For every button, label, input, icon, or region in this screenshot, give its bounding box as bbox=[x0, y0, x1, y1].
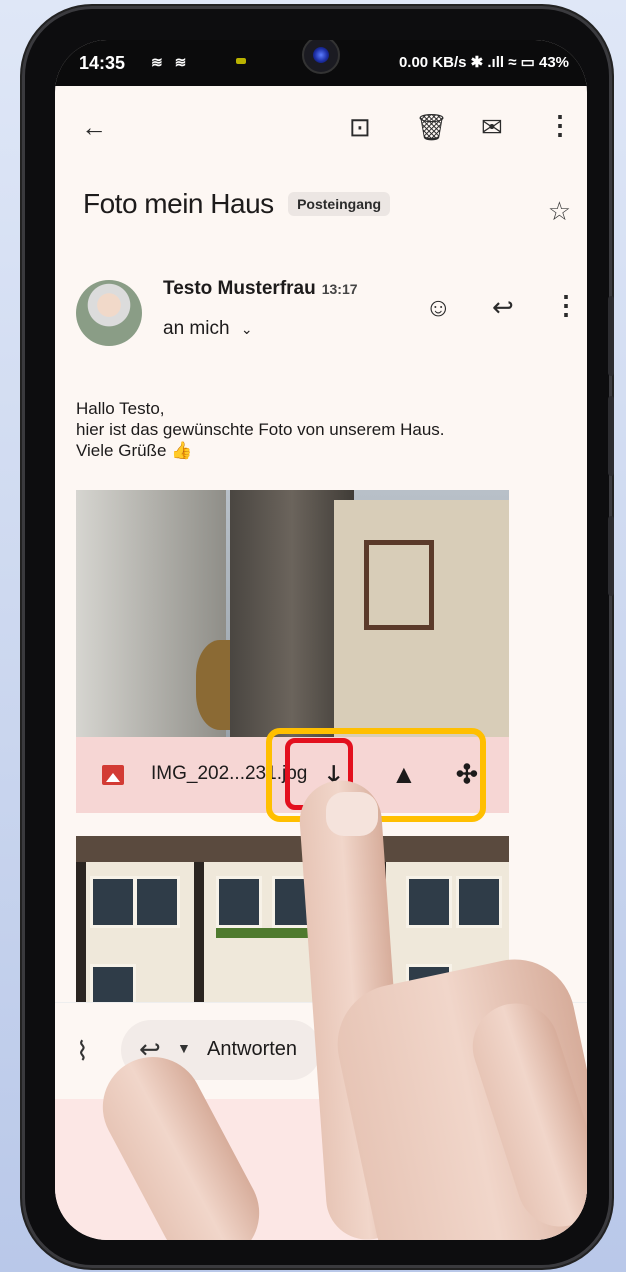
more-vert-icon[interactable]: ⋮ bbox=[547, 112, 573, 138]
photo-window bbox=[90, 876, 136, 928]
dropdown-caret-icon[interactable]: ▼ bbox=[177, 1040, 191, 1056]
status-bar: 14:35 ≋ ≋ 0.00 KB/s ✱ .ıll ≈ ▭ 43% bbox=[55, 40, 587, 86]
photo-window bbox=[134, 876, 180, 928]
speaker bbox=[236, 58, 246, 64]
image-file-icon bbox=[102, 765, 124, 785]
trash-icon[interactable]: 🗑 bbox=[415, 114, 448, 140]
notification-icons: ≋ ≋ bbox=[151, 54, 191, 70]
emoji-reaction-icon[interactable]: ☺ bbox=[425, 294, 452, 320]
body-line: Hallo Testo, bbox=[76, 399, 165, 418]
recipient-dropdown[interactable]: an mich ⌄ bbox=[163, 318, 253, 340]
email-subject: Foto mein Haus bbox=[83, 188, 274, 219]
photo-window bbox=[406, 876, 452, 928]
sender-name: Testo Musterfrau bbox=[163, 278, 316, 299]
photo-planter bbox=[216, 928, 312, 938]
body-line: hier ist das gewünschte Foto von unserem… bbox=[76, 420, 445, 439]
label-chip[interactable]: Posteingang bbox=[288, 192, 391, 216]
sender-row: Testo Musterfrau 13:17 bbox=[163, 278, 358, 300]
photo-window bbox=[90, 964, 136, 1004]
screen: 14:35 ≋ ≋ 0.00 KB/s ✱ .ıll ≈ ▭ 43% ← ⊡ 🗑… bbox=[55, 40, 587, 1240]
chevron-down-icon: ⌄ bbox=[240, 321, 253, 337]
attach-clip-icon[interactable]: ⌇ bbox=[76, 1036, 89, 1067]
mail-unread-icon[interactable]: ✉ bbox=[481, 114, 503, 140]
power-button bbox=[608, 516, 614, 596]
recipient-label: an mich bbox=[163, 318, 230, 339]
reply-icon[interactable]: ↩ bbox=[492, 294, 514, 320]
email-time: 13:17 bbox=[321, 281, 358, 297]
arrow-left-icon[interactable]: ← bbox=[81, 114, 107, 140]
photo-window bbox=[456, 876, 502, 928]
more-vert-icon[interactable]: ⋮ bbox=[553, 292, 579, 318]
status-indicators: 0.00 KB/s ✱ .ıll ≈ ▭ 43% bbox=[398, 54, 569, 71]
photo-house bbox=[334, 500, 509, 737]
attachment-image-preview[interactable] bbox=[76, 490, 509, 737]
archive-icon[interactable]: ⊡ bbox=[349, 114, 371, 140]
volume-down-button bbox=[608, 396, 614, 476]
fingernail bbox=[326, 792, 378, 836]
photo-roof bbox=[76, 836, 509, 862]
front-camera bbox=[302, 40, 340, 74]
photo-window bbox=[216, 876, 262, 928]
body-line: Viele Grüße 👍 bbox=[76, 441, 193, 460]
volume-up-button bbox=[608, 296, 614, 376]
reply-label: Antworten bbox=[207, 1038, 298, 1060]
avatar[interactable] bbox=[76, 280, 142, 346]
email-body: Hallo Testo, hier ist das gewünschte Fot… bbox=[76, 398, 556, 461]
status-time: 14:35 bbox=[79, 53, 126, 73]
subject-row: Foto mein Haus Posteingang bbox=[83, 188, 563, 220]
app-bar: ← ⊡ 🗑 ✉ ⋮ bbox=[55, 86, 587, 166]
star-icon[interactable]: ☆ bbox=[548, 196, 571, 227]
